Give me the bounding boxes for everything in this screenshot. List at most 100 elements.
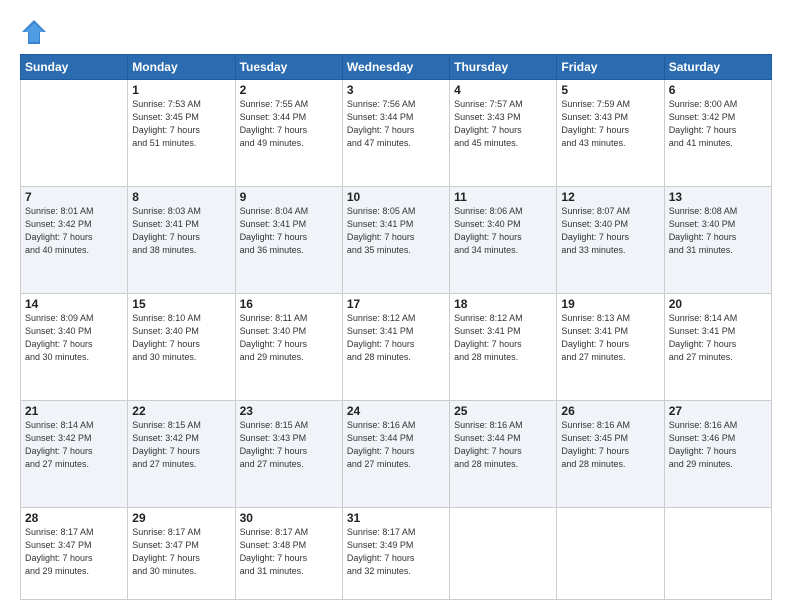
day-info: Sunrise: 8:16 AMSunset: 3:44 PMDaylight:…	[454, 419, 552, 471]
calendar-cell: 15Sunrise: 8:10 AMSunset: 3:40 PMDayligh…	[128, 293, 235, 400]
day-info: Sunrise: 8:07 AMSunset: 3:40 PMDaylight:…	[561, 205, 659, 257]
calendar-cell: 21Sunrise: 8:14 AMSunset: 3:42 PMDayligh…	[21, 400, 128, 507]
day-info: Sunrise: 7:53 AMSunset: 3:45 PMDaylight:…	[132, 98, 230, 150]
day-number: 8	[132, 190, 230, 204]
weekday-header: Thursday	[450, 55, 557, 80]
day-info: Sunrise: 8:09 AMSunset: 3:40 PMDaylight:…	[25, 312, 123, 364]
day-info: Sunrise: 8:16 AMSunset: 3:45 PMDaylight:…	[561, 419, 659, 471]
day-number: 21	[25, 404, 123, 418]
day-info: Sunrise: 7:57 AMSunset: 3:43 PMDaylight:…	[454, 98, 552, 150]
day-info: Sunrise: 8:05 AMSunset: 3:41 PMDaylight:…	[347, 205, 445, 257]
calendar-cell: 31Sunrise: 8:17 AMSunset: 3:49 PMDayligh…	[342, 507, 449, 599]
calendar-cell: 11Sunrise: 8:06 AMSunset: 3:40 PMDayligh…	[450, 186, 557, 293]
calendar-cell: 1Sunrise: 7:53 AMSunset: 3:45 PMDaylight…	[128, 80, 235, 187]
calendar-cell: 14Sunrise: 8:09 AMSunset: 3:40 PMDayligh…	[21, 293, 128, 400]
calendar-cell: 2Sunrise: 7:55 AMSunset: 3:44 PMDaylight…	[235, 80, 342, 187]
day-number: 29	[132, 511, 230, 525]
day-info: Sunrise: 8:03 AMSunset: 3:41 PMDaylight:…	[132, 205, 230, 257]
weekday-header: Saturday	[664, 55, 771, 80]
calendar-cell: 17Sunrise: 8:12 AMSunset: 3:41 PMDayligh…	[342, 293, 449, 400]
day-info: Sunrise: 8:16 AMSunset: 3:44 PMDaylight:…	[347, 419, 445, 471]
calendar-cell: 6Sunrise: 8:00 AMSunset: 3:42 PMDaylight…	[664, 80, 771, 187]
day-number: 10	[347, 190, 445, 204]
day-number: 24	[347, 404, 445, 418]
logo-icon	[20, 18, 48, 46]
calendar-cell: 10Sunrise: 8:05 AMSunset: 3:41 PMDayligh…	[342, 186, 449, 293]
calendar-cell	[21, 80, 128, 187]
weekday-header: Sunday	[21, 55, 128, 80]
day-number: 26	[561, 404, 659, 418]
day-info: Sunrise: 7:59 AMSunset: 3:43 PMDaylight:…	[561, 98, 659, 150]
logo	[20, 18, 52, 46]
day-info: Sunrise: 8:16 AMSunset: 3:46 PMDaylight:…	[669, 419, 767, 471]
calendar-cell: 27Sunrise: 8:16 AMSunset: 3:46 PMDayligh…	[664, 400, 771, 507]
calendar-table: SundayMondayTuesdayWednesdayThursdayFrid…	[20, 54, 772, 600]
day-info: Sunrise: 8:14 AMSunset: 3:41 PMDaylight:…	[669, 312, 767, 364]
day-info: Sunrise: 8:12 AMSunset: 3:41 PMDaylight:…	[347, 312, 445, 364]
day-number: 28	[25, 511, 123, 525]
day-number: 5	[561, 83, 659, 97]
day-info: Sunrise: 8:00 AMSunset: 3:42 PMDaylight:…	[669, 98, 767, 150]
calendar-cell: 8Sunrise: 8:03 AMSunset: 3:41 PMDaylight…	[128, 186, 235, 293]
calendar-cell: 30Sunrise: 8:17 AMSunset: 3:48 PMDayligh…	[235, 507, 342, 599]
day-info: Sunrise: 8:15 AMSunset: 3:43 PMDaylight:…	[240, 419, 338, 471]
day-info: Sunrise: 8:15 AMSunset: 3:42 PMDaylight:…	[132, 419, 230, 471]
day-info: Sunrise: 8:04 AMSunset: 3:41 PMDaylight:…	[240, 205, 338, 257]
day-info: Sunrise: 8:01 AMSunset: 3:42 PMDaylight:…	[25, 205, 123, 257]
calendar-week-row: 14Sunrise: 8:09 AMSunset: 3:40 PMDayligh…	[21, 293, 772, 400]
day-number: 6	[669, 83, 767, 97]
day-number: 30	[240, 511, 338, 525]
day-number: 9	[240, 190, 338, 204]
calendar-cell: 13Sunrise: 8:08 AMSunset: 3:40 PMDayligh…	[664, 186, 771, 293]
calendar-cell: 18Sunrise: 8:12 AMSunset: 3:41 PMDayligh…	[450, 293, 557, 400]
day-number: 7	[25, 190, 123, 204]
day-info: Sunrise: 8:10 AMSunset: 3:40 PMDaylight:…	[132, 312, 230, 364]
day-info: Sunrise: 8:14 AMSunset: 3:42 PMDaylight:…	[25, 419, 123, 471]
calendar-cell: 29Sunrise: 8:17 AMSunset: 3:47 PMDayligh…	[128, 507, 235, 599]
calendar-cell: 20Sunrise: 8:14 AMSunset: 3:41 PMDayligh…	[664, 293, 771, 400]
day-number: 13	[669, 190, 767, 204]
calendar-cell	[450, 507, 557, 599]
calendar-cell: 4Sunrise: 7:57 AMSunset: 3:43 PMDaylight…	[450, 80, 557, 187]
day-info: Sunrise: 8:17 AMSunset: 3:47 PMDaylight:…	[25, 526, 123, 578]
day-info: Sunrise: 8:12 AMSunset: 3:41 PMDaylight:…	[454, 312, 552, 364]
weekday-header: Monday	[128, 55, 235, 80]
day-number: 19	[561, 297, 659, 311]
calendar-cell: 16Sunrise: 8:11 AMSunset: 3:40 PMDayligh…	[235, 293, 342, 400]
calendar-week-row: 28Sunrise: 8:17 AMSunset: 3:47 PMDayligh…	[21, 507, 772, 599]
calendar-week-row: 7Sunrise: 8:01 AMSunset: 3:42 PMDaylight…	[21, 186, 772, 293]
calendar-cell: 28Sunrise: 8:17 AMSunset: 3:47 PMDayligh…	[21, 507, 128, 599]
calendar-week-row: 21Sunrise: 8:14 AMSunset: 3:42 PMDayligh…	[21, 400, 772, 507]
header	[20, 18, 772, 46]
day-number: 20	[669, 297, 767, 311]
calendar-cell: 23Sunrise: 8:15 AMSunset: 3:43 PMDayligh…	[235, 400, 342, 507]
day-info: Sunrise: 8:17 AMSunset: 3:49 PMDaylight:…	[347, 526, 445, 578]
day-info: Sunrise: 8:08 AMSunset: 3:40 PMDaylight:…	[669, 205, 767, 257]
calendar-cell: 3Sunrise: 7:56 AMSunset: 3:44 PMDaylight…	[342, 80, 449, 187]
day-info: Sunrise: 8:17 AMSunset: 3:48 PMDaylight:…	[240, 526, 338, 578]
calendar-cell: 7Sunrise: 8:01 AMSunset: 3:42 PMDaylight…	[21, 186, 128, 293]
calendar-header-row: SundayMondayTuesdayWednesdayThursdayFrid…	[21, 55, 772, 80]
day-info: Sunrise: 7:55 AMSunset: 3:44 PMDaylight:…	[240, 98, 338, 150]
weekday-header: Wednesday	[342, 55, 449, 80]
day-number: 14	[25, 297, 123, 311]
calendar-cell	[664, 507, 771, 599]
calendar-cell: 25Sunrise: 8:16 AMSunset: 3:44 PMDayligh…	[450, 400, 557, 507]
day-info: Sunrise: 8:17 AMSunset: 3:47 PMDaylight:…	[132, 526, 230, 578]
day-number: 31	[347, 511, 445, 525]
day-info: Sunrise: 8:06 AMSunset: 3:40 PMDaylight:…	[454, 205, 552, 257]
day-number: 4	[454, 83, 552, 97]
day-number: 17	[347, 297, 445, 311]
weekday-header: Friday	[557, 55, 664, 80]
calendar-cell: 12Sunrise: 8:07 AMSunset: 3:40 PMDayligh…	[557, 186, 664, 293]
calendar-cell: 24Sunrise: 8:16 AMSunset: 3:44 PMDayligh…	[342, 400, 449, 507]
weekday-header: Tuesday	[235, 55, 342, 80]
day-info: Sunrise: 8:13 AMSunset: 3:41 PMDaylight:…	[561, 312, 659, 364]
day-number: 22	[132, 404, 230, 418]
calendar-cell: 19Sunrise: 8:13 AMSunset: 3:41 PMDayligh…	[557, 293, 664, 400]
day-number: 2	[240, 83, 338, 97]
day-number: 23	[240, 404, 338, 418]
day-number: 16	[240, 297, 338, 311]
day-info: Sunrise: 8:11 AMSunset: 3:40 PMDaylight:…	[240, 312, 338, 364]
calendar-cell	[557, 507, 664, 599]
